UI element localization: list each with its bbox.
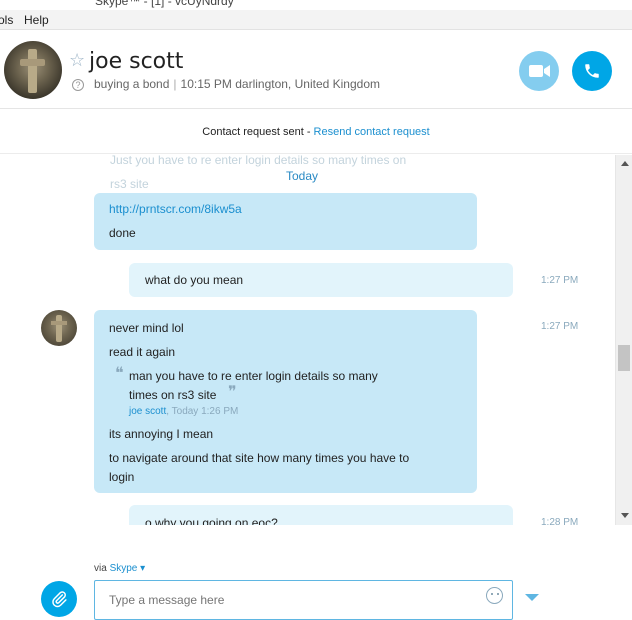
- via-service[interactable]: Skype: [110, 563, 138, 574]
- faded-previous-text: Just you have to re enter login details …: [110, 155, 407, 167]
- message-text: done: [109, 226, 136, 240]
- message-text: its annoying I mean: [109, 427, 214, 441]
- window-title: Skype™ - [1] - vcUyNdrdy: [95, 0, 234, 8]
- attach-file-button[interactable]: [41, 581, 77, 617]
- resend-request-link[interactable]: Resend contact request: [314, 126, 430, 138]
- video-call-icon: [529, 65, 550, 77]
- via-label: via: [94, 563, 110, 574]
- date-divider: Today: [286, 169, 319, 183]
- message-input[interactable]: [94, 580, 513, 620]
- window-titlebar: Skype™ - [1] - vcUyNdrdy: [0, 0, 632, 10]
- scroll-down-icon[interactable]: [621, 513, 629, 518]
- quoted-text: man you have to re enter login details s…: [129, 369, 378, 383]
- contact-local-time: 10:15 PM darlington, United Kingdom: [180, 77, 380, 91]
- message-bubble-incoming[interactable]: http://prntscr.com/8ikw5a done: [94, 193, 477, 250]
- quote-attribution: joe scott, Today 1:26 PM: [129, 406, 238, 417]
- conversation-history: Just you have to re enter login details …: [0, 155, 615, 525]
- paperclip-icon: [52, 591, 67, 608]
- message-text: never mind lol: [109, 321, 184, 335]
- audio-call-button[interactable]: [572, 51, 612, 91]
- message-bubble-outgoing[interactable]: what do you mean: [129, 263, 513, 297]
- contact-request-bar: Contact request sent - Resend contact re…: [0, 110, 632, 154]
- message-bubble-incoming[interactable]: never mind lol read it again ❝ man you h…: [94, 310, 477, 493]
- contact-name[interactable]: joe scott: [89, 49, 183, 74]
- via-selector[interactable]: via Skype ▾: [94, 563, 145, 574]
- message-timestamp: 1:27 PM: [541, 321, 579, 332]
- message-text: to navigate around that site how many ti…: [109, 451, 410, 465]
- faded-previous-text-2: rs3 site: [110, 177, 149, 191]
- video-call-button[interactable]: [519, 51, 559, 91]
- message-composer: via Skype ▾: [0, 525, 632, 620]
- message-timestamp: 1:28 PM: [541, 517, 579, 525]
- contact-status-line: buying a bond | 10:15 PM darlington, Unite…: [94, 77, 380, 91]
- star-icon[interactable]: ☆: [69, 50, 85, 71]
- scrollbar-thumb[interactable]: [618, 345, 630, 371]
- contact-mood: buying a bond: [94, 77, 170, 91]
- quote-time: , Today 1:26 PM: [166, 406, 239, 417]
- contact-avatar[interactable]: [4, 41, 62, 99]
- quoted-text: times on rs3 site: [129, 388, 217, 402]
- menu-bar: ols Help: [0, 10, 632, 30]
- scroll-up-icon[interactable]: [621, 161, 629, 166]
- message-text: o why you going on eoc?: [145, 516, 278, 525]
- message-bubble-outgoing[interactable]: o why you going on eoc?: [129, 505, 513, 525]
- quote-open-icon: ❝: [115, 363, 124, 382]
- separator: |: [173, 77, 177, 91]
- request-status-text: Contact request sent -: [202, 126, 314, 138]
- chevron-down-icon[interactable]: ▾: [137, 563, 145, 574]
- menu-item-tools[interactable]: ols: [0, 13, 13, 27]
- audio-call-icon: [585, 64, 599, 78]
- quote-author[interactable]: joe scott: [129, 406, 166, 417]
- conversation-scrollbar[interactable]: [615, 155, 632, 525]
- sender-avatar[interactable]: [41, 310, 77, 346]
- message-link[interactable]: http://prntscr.com/8ikw5a: [109, 202, 242, 216]
- menu-item-help[interactable]: Help: [24, 13, 49, 27]
- message-text: read it again: [109, 345, 176, 359]
- message-text: login: [109, 470, 135, 484]
- message-timestamp: 1:27 PM: [541, 275, 579, 286]
- conversation-header: ☆ joe scott ? buying a bond | 10:15 PM dar…: [0, 31, 632, 109]
- question-icon: ?: [72, 79, 84, 91]
- message-text: what do you mean: [145, 273, 244, 287]
- quote-close-icon: ❞: [228, 382, 237, 401]
- emoji-icon[interactable]: [486, 587, 503, 604]
